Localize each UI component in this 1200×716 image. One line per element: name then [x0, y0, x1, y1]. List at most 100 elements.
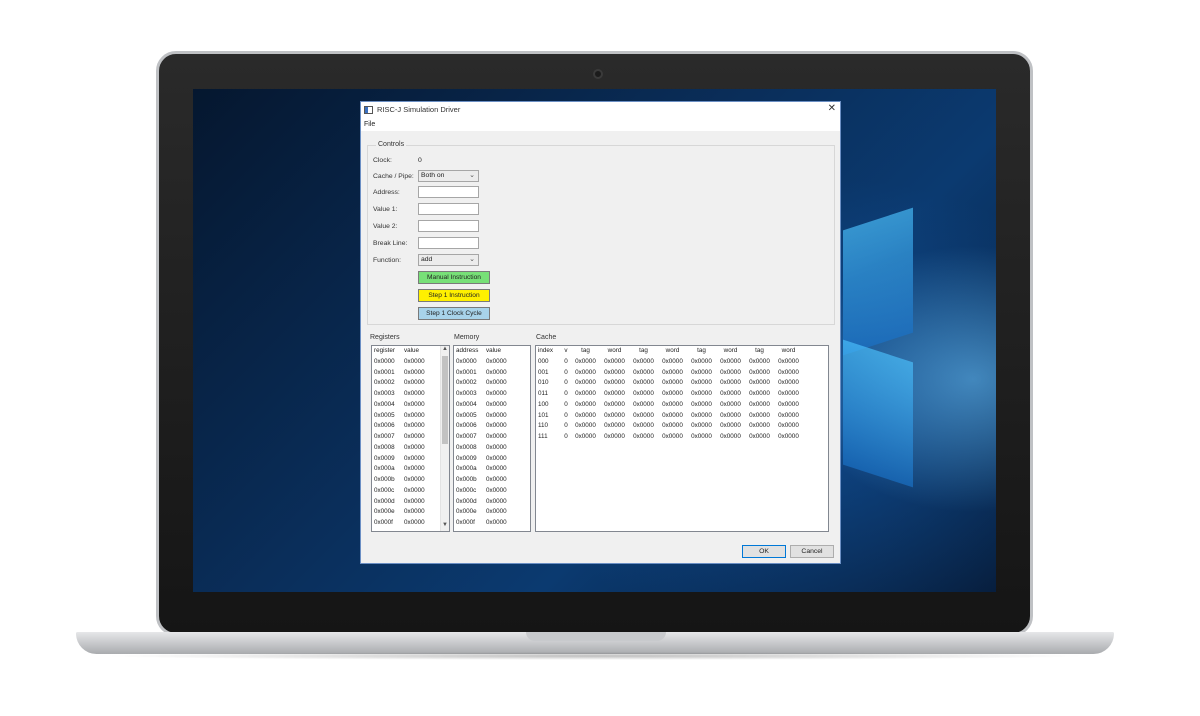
table-cell: 0x0000	[486, 508, 507, 516]
table-row[interactable]: 0x0005 0x0000	[454, 411, 530, 422]
memory-list[interactable]: address value 0x0000 0x0000 0x0001 0x0000 0x…	[453, 345, 531, 532]
function-label: Function:	[373, 257, 401, 264]
table-cell: 0x0000	[604, 390, 625, 397]
table-cell: 0x0006	[374, 422, 395, 430]
table-row[interactable]: 0x000b 0x0000	[454, 475, 530, 486]
table-row[interactable]: 0x000d 0x0000	[454, 497, 530, 508]
webcam-icon	[593, 69, 603, 79]
table-cell: 111	[538, 433, 548, 440]
step-clock-cycle-button[interactable]: Step 1 Clock Cycle	[418, 307, 490, 320]
table-row[interactable]: 0x0002 0x0000	[372, 378, 449, 389]
table-cell: 0x0000	[404, 368, 425, 376]
table-cell: 0x0000	[404, 465, 425, 473]
column-header: tag	[697, 347, 706, 354]
table-row[interactable]: 0x000d 0x0000	[372, 497, 449, 508]
table-row[interactable]: 0x0006 0x0000	[454, 421, 530, 432]
table-row[interactable]: 0x0003 0x0000	[372, 389, 449, 400]
registers-list[interactable]: register value 0x0000 0x0000 0x0001 0x0000 0…	[371, 345, 450, 532]
table-cell: 0x0000	[778, 400, 799, 408]
table-row[interactable]: 0x000c 0x0000	[454, 486, 530, 497]
table-row[interactable]: 100 0 0x0000 0x0000 0x0000 0x0000 0x0000 0x0000…	[536, 400, 828, 411]
table-row[interactable]: 0x000f 0x0000	[372, 518, 449, 529]
table-cell: 0x0000	[486, 465, 507, 473]
table-cell: 0x0000	[691, 400, 712, 408]
cache-panel: Cache index v tag word tag word tag word tag word…	[533, 334, 835, 534]
table-row[interactable]: 0x0009 0x0000	[372, 454, 449, 465]
table-row[interactable]: 0x0004 0x0000	[454, 400, 530, 411]
table-row[interactable]: 0x000e 0x0000	[454, 507, 530, 518]
windows-logo-light	[843, 207, 913, 356]
table-cell: 0	[564, 411, 568, 419]
cache-pipe-select[interactable]: Both on ⌄	[418, 170, 479, 182]
table-row[interactable]: 0x000c 0x0000	[372, 486, 449, 497]
value2-input[interactable]	[418, 220, 479, 232]
cache-table[interactable]: index v tag word tag word tag word tag word 000 0 0…	[535, 345, 829, 532]
table-row[interactable]: 001 0 0x0000 0x0000 0x0000 0x0000 0x0000 0x0000…	[536, 368, 828, 379]
table-row[interactable]: 0x0005 0x0000	[372, 411, 449, 422]
table-cell: 0x0000	[749, 357, 770, 365]
table-row[interactable]: 0x000f 0x0000	[454, 518, 530, 529]
table-cell: 0x0000	[720, 390, 741, 397]
table-row[interactable]: 111 0 0x0000 0x0000 0x0000 0x0000 0x0000 0x0000…	[536, 432, 828, 443]
value1-input[interactable]	[418, 203, 479, 215]
table-cell: 0x0001	[374, 368, 395, 376]
scroll-thumb[interactable]	[442, 356, 448, 444]
title-bar[interactable]: RISC-J Simulation Driver ✕	[361, 102, 840, 118]
table-row[interactable]: 0x000e 0x0000	[372, 507, 449, 518]
table-row[interactable]: 0x0003 0x0000	[454, 389, 530, 400]
table-row[interactable]: 010 0 0x0000 0x0000 0x0000 0x0000 0x0000 0x0000…	[536, 378, 828, 389]
table-cell: 0x0000	[575, 390, 596, 397]
table-cell: 0x0000	[575, 368, 596, 376]
table-cell: 010	[538, 379, 549, 387]
controls-group-label: Controls	[376, 141, 407, 148]
table-row[interactable]: 0x000b 0x0000	[372, 475, 449, 486]
table-row[interactable]: 0x0007 0x0000	[454, 432, 530, 443]
table-row[interactable]: 0x0001 0x0000	[454, 368, 530, 379]
table-row[interactable]: 0x0002 0x0000	[454, 378, 530, 389]
column-header: tag	[581, 347, 590, 354]
table-cell: 0x0000	[404, 486, 425, 494]
table-row[interactable]: 0x0007 0x0000	[372, 432, 449, 443]
table-row[interactable]: 101 0 0x0000 0x0000 0x0000 0x0000 0x0000 0x0000…	[536, 411, 828, 422]
table-cell: 0x0000	[662, 368, 683, 376]
table-cell: 0x0000	[691, 357, 712, 365]
table-row[interactable]: 000 0 0x0000 0x0000 0x0000 0x0000 0x0000 0x0000…	[536, 357, 828, 368]
menu-file[interactable]: File	[364, 121, 375, 128]
manual-instruction-button[interactable]: Manual Instruction	[418, 271, 490, 284]
break-line-input[interactable]	[418, 237, 479, 249]
table-cell: 0x0000	[691, 379, 712, 387]
chevron-down-icon[interactable]: ▼	[441, 522, 449, 531]
table-cell: 0x0000	[691, 433, 712, 440]
table-cell: 0x0000	[691, 411, 712, 419]
table-row[interactable]: 0x0006 0x0000	[372, 421, 449, 432]
table-cell: 0x0000	[662, 390, 683, 397]
table-row[interactable]: 0x0000 0x0000	[454, 357, 530, 368]
address-input[interactable]	[418, 186, 479, 198]
table-cell: 0x0000	[575, 433, 596, 440]
table-row[interactable]: 0x000a 0x0000	[454, 464, 530, 475]
table-row[interactable]: 110 0 0x0000 0x0000 0x0000 0x0000 0x0000 0x0000…	[536, 421, 828, 432]
break-line-label: Break Line:	[373, 240, 408, 247]
column-header: tag	[639, 347, 648, 354]
table-row[interactable]: 011 0 0x0000 0x0000 0x0000 0x0000 0x0000 0x0000…	[536, 389, 828, 400]
table-row[interactable]: 0x0001 0x0000	[372, 368, 449, 379]
table-row[interactable]: 0x0008 0x0000	[372, 443, 449, 454]
table-cell: 0x0000	[749, 368, 770, 376]
table-row[interactable]: 0x0008 0x0000	[454, 443, 530, 454]
ok-button[interactable]: OK	[742, 545, 786, 558]
cancel-button[interactable]: Cancel	[790, 545, 834, 558]
function-select[interactable]: add ⌄	[418, 254, 479, 266]
table-cell: 0x0000	[404, 422, 425, 430]
chevron-up-icon[interactable]: ▲	[441, 346, 449, 355]
table-row[interactable]: 0x0009 0x0000	[454, 454, 530, 465]
table-cell: 0x0000	[456, 357, 477, 365]
table-row[interactable]: 0x0004 0x0000	[372, 400, 449, 411]
close-button[interactable]: ✕	[828, 103, 836, 114]
table-row[interactable]: 0x000a 0x0000	[372, 464, 449, 475]
step-instruction-button[interactable]: Step 1 Instruction	[418, 289, 490, 302]
table-cell: 0x0000	[633, 390, 654, 397]
table-row[interactable]: 0x0000 0x0000	[372, 357, 449, 368]
registers-scrollbar[interactable]: ▲ ▼	[440, 346, 449, 531]
table-cell: 0x0004	[374, 400, 395, 408]
table-cell: 0x0000	[633, 368, 654, 376]
